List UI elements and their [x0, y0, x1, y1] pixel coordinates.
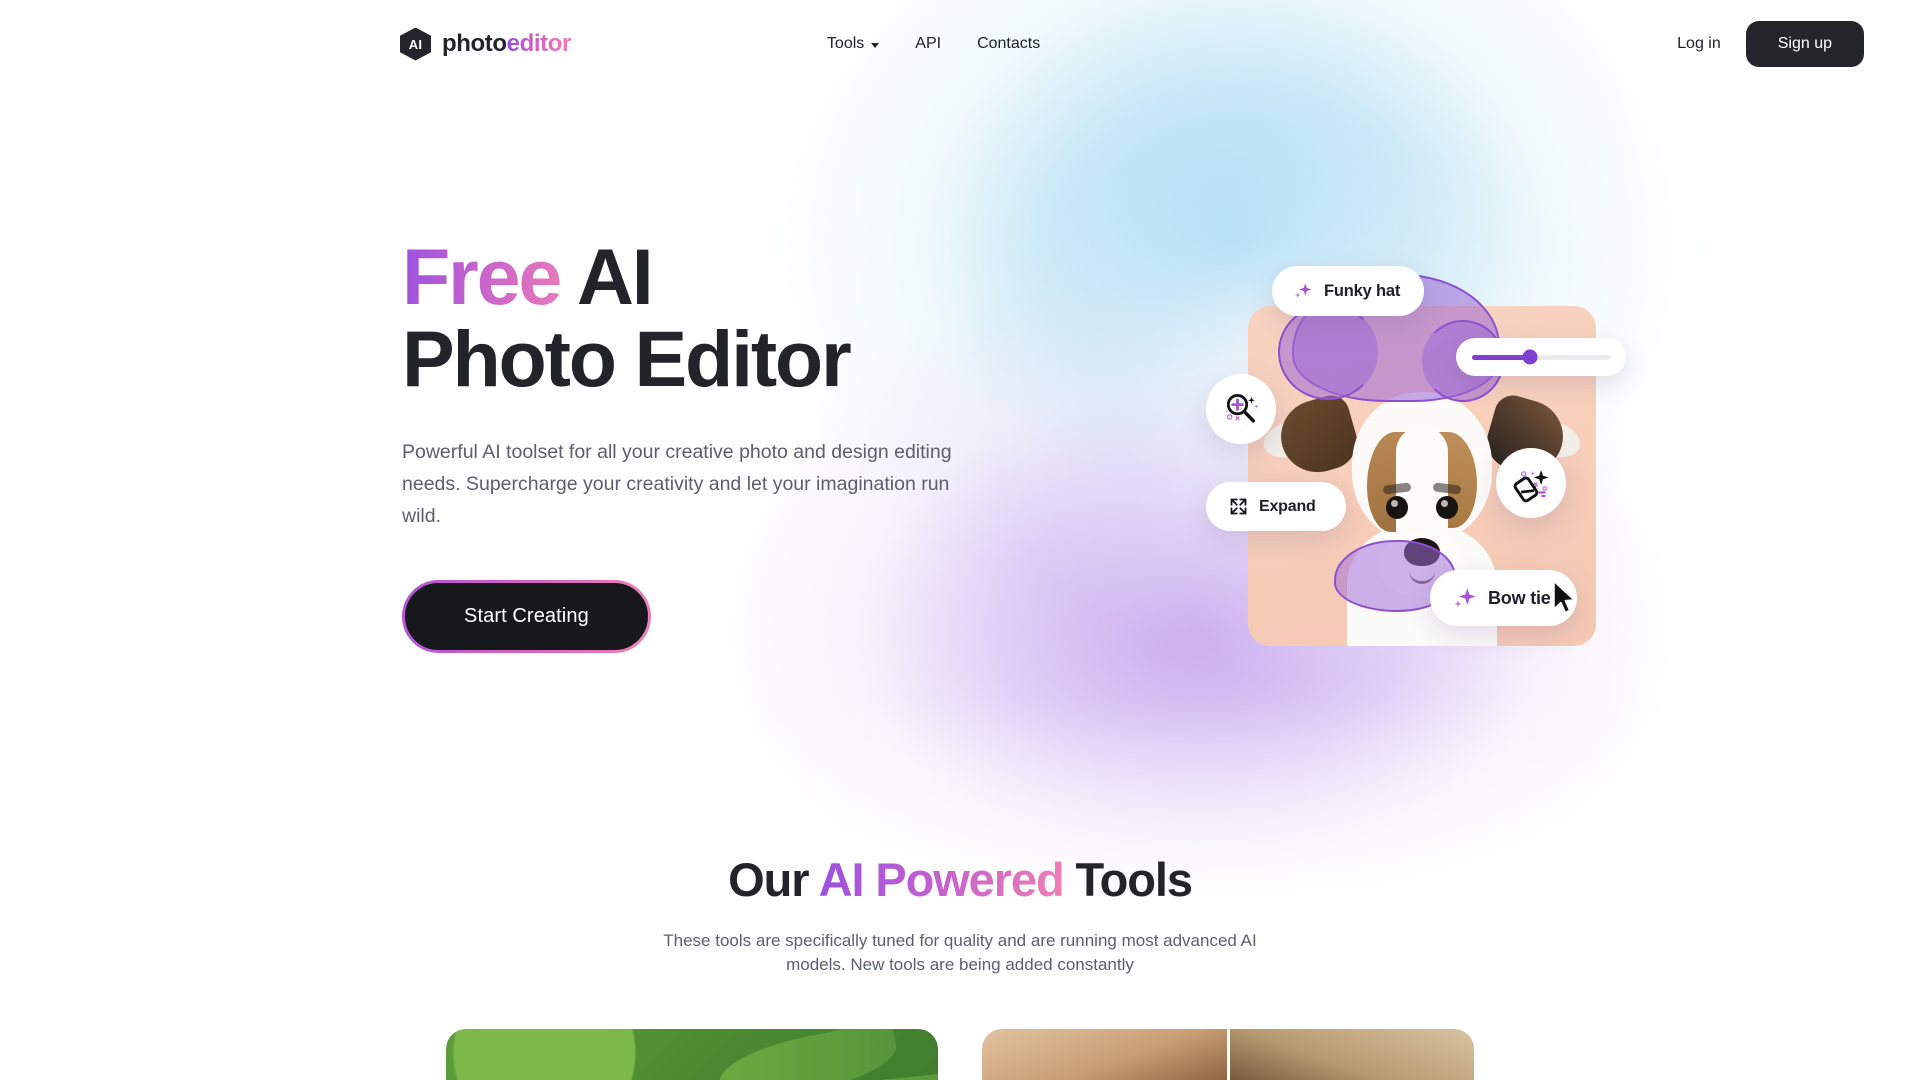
tools-title-pre: Our: [728, 853, 819, 906]
logo[interactable]: AI photoeditor: [400, 27, 571, 61]
nav-item-tools[interactable]: Tools: [826, 35, 880, 53]
page-title: Free AI Photo Editor: [402, 236, 1022, 400]
header-actions: Log in Sign up: [1677, 21, 1864, 67]
start-creating-button[interactable]: Start Creating: [402, 580, 651, 653]
tools-section: Our AI Powered Tools These tools are spe…: [0, 852, 1920, 1080]
intensity-slider[interactable]: [1456, 338, 1626, 376]
tools-section-subtitle: These tools are specifically tuned for q…: [663, 931, 1257, 974]
chip-expand-label: Expand: [1259, 497, 1316, 515]
hero-illustration: Funky hat Bow tie Expand: [1046, 146, 1686, 706]
badge-zoom-enhance[interactable]: [1206, 374, 1276, 444]
chip-funky-hat-label: Funky hat: [1324, 281, 1401, 300]
hero-section: Free AI Photo Editor Powerful AI toolset…: [0, 88, 1920, 706]
ai-hexagon-logo-icon: AI: [400, 27, 431, 61]
nav-item-api-label: API: [915, 35, 942, 52]
dog-head: [1352, 392, 1492, 598]
hero-title-accent: Free: [402, 232, 562, 321]
hair-before-half: [982, 1029, 1230, 1080]
dog-eye-right: [1436, 496, 1458, 519]
sparkle-icon: [1295, 283, 1312, 298]
tool-cards: [0, 1029, 1920, 1080]
dog-ear-left: [1272, 391, 1364, 481]
chip-bow-tie-label: Bow tie: [1488, 587, 1551, 608]
chevron-down-icon: [871, 42, 880, 48]
cta-wrapper: Start Creating: [402, 580, 651, 653]
chip-funky-hat[interactable]: Funky hat: [1272, 266, 1425, 316]
hero-title-line2: Photo Editor: [402, 314, 852, 403]
hair-after-half: [1229, 1029, 1474, 1080]
logo-word-photo: photo: [442, 30, 507, 57]
expand-arrows-icon: [1230, 498, 1247, 515]
magnifier-enhance-icon: [1225, 394, 1259, 423]
mouse-cursor-icon: [1550, 580, 1578, 621]
logo-wordmark: photoeditor: [442, 30, 571, 58]
tools-section-title: Our AI Powered Tools: [0, 852, 1920, 907]
leaf-decoration: [714, 1029, 902, 1080]
badge-magic-eraser[interactable]: [1496, 448, 1566, 518]
slider-knob[interactable]: [1522, 349, 1538, 365]
sparkle-icon: [1454, 588, 1476, 608]
hero-title-rest: AI: [560, 232, 654, 321]
site-header: AI photoeditor Tools API Contacts Log in…: [0, 0, 1920, 88]
dog-eye-left: [1386, 496, 1408, 519]
tools-title-accent: AI Powered: [818, 853, 1065, 906]
tools-title-post: Tools: [1063, 853, 1193, 906]
nav-item-contacts-label: Contacts: [977, 35, 1041, 52]
nav-item-api[interactable]: API: [915, 35, 941, 53]
magic-eraser-icon: [1513, 470, 1549, 503]
nav-item-tools-label: Tools: [826, 35, 865, 52]
chip-expand[interactable]: Expand: [1206, 482, 1346, 531]
hero-copy: Free AI Photo Editor Powerful AI toolset…: [402, 136, 1022, 706]
slider-fill: [1472, 354, 1530, 360]
tool-card-colorful-bird[interactable]: [446, 1029, 938, 1080]
start-creating-label: Start Creating: [405, 583, 648, 650]
main-nav: Tools API Contacts: [827, 35, 1040, 53]
login-link[interactable]: Log in: [1677, 35, 1721, 53]
slider-track[interactable]: [1472, 349, 1610, 365]
logo-word-editor: editor: [506, 30, 572, 57]
tool-card-hair-before-after[interactable]: [982, 1029, 1474, 1080]
signup-button[interactable]: Sign up: [1745, 21, 1864, 67]
hero-subtitle: Powerful AI toolset for all your creativ…: [402, 441, 952, 527]
nav-item-contacts[interactable]: Contacts: [977, 35, 1040, 53]
